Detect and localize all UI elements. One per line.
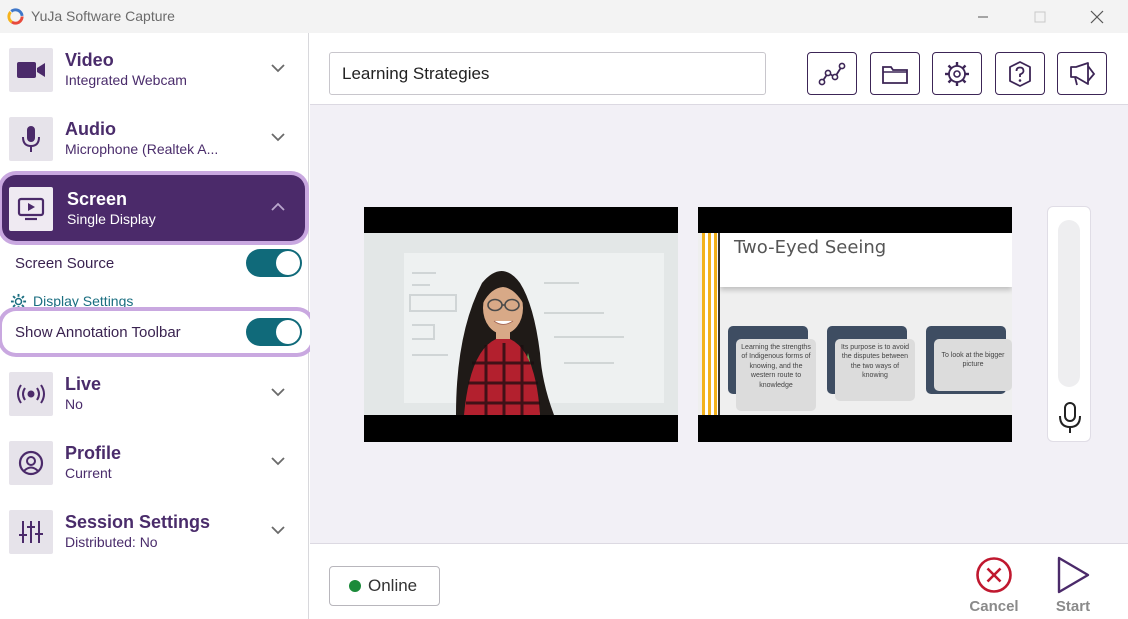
audio-subtitle: Microphone (Realtek A... bbox=[65, 141, 219, 157]
announcement-button[interactable] bbox=[1057, 52, 1107, 95]
screen-section[interactable]: Screen Single Display bbox=[2, 175, 305, 241]
annotation-toolbar-toggle[interactable] bbox=[246, 318, 302, 346]
maximize-icon bbox=[1034, 11, 1046, 22]
session-settings-title: Session Settings bbox=[65, 512, 211, 532]
start-label: Start bbox=[1055, 598, 1091, 615]
slide-frame: Two-Eyed Seeing Learning the strengths o… bbox=[698, 233, 1012, 415]
mic-level-panel bbox=[1047, 206, 1091, 442]
slide-card-text: Learning the strengths of Indigenous for… bbox=[736, 339, 816, 411]
close-icon bbox=[1090, 10, 1104, 23]
chevron-up-icon bbox=[271, 202, 285, 211]
session-title-input[interactable] bbox=[329, 52, 766, 95]
microphone-icon bbox=[1059, 402, 1081, 433]
live-section[interactable]: Live No bbox=[0, 360, 309, 426]
window-title: YuJa Software Capture bbox=[31, 8, 175, 24]
profile-subtitle: Current bbox=[65, 465, 112, 481]
top-toolbar bbox=[310, 33, 1128, 105]
maximize-button[interactable] bbox=[1017, 0, 1063, 33]
settings-button[interactable] bbox=[932, 52, 982, 95]
title-bar: YuJa Software Capture bbox=[0, 0, 1128, 33]
gear-icon bbox=[10, 293, 27, 309]
start-button[interactable]: Start bbox=[1038, 556, 1108, 615]
folder-icon bbox=[882, 65, 908, 84]
webcam-image bbox=[364, 233, 678, 415]
screen-source-toggle[interactable] bbox=[246, 249, 302, 277]
analytics-button[interactable] bbox=[807, 52, 857, 95]
slide-accent-bar bbox=[702, 233, 720, 415]
microphone-icon bbox=[9, 117, 53, 161]
chevron-down-icon bbox=[271, 457, 285, 466]
close-button[interactable] bbox=[1074, 0, 1120, 33]
slide-card-text: Its purpose is to avoid the disputes bet… bbox=[835, 339, 915, 401]
sliders-icon bbox=[9, 510, 53, 554]
minimize-icon bbox=[978, 16, 988, 17]
slide-card: Learning the strengths of Indigenous for… bbox=[728, 326, 816, 411]
chevron-down-icon bbox=[271, 388, 285, 397]
slide-heading-box: Two-Eyed Seeing bbox=[720, 233, 1012, 287]
slide-heading: Two-Eyed Seeing bbox=[734, 237, 887, 258]
cancel-button[interactable]: Cancel bbox=[959, 556, 1029, 615]
slide-card: To look at the bigger picture bbox=[926, 326, 1012, 394]
screen-source-row: Screen Source bbox=[0, 245, 309, 281]
sidebar: Video Integrated Webcam Audio Microphone… bbox=[0, 33, 311, 619]
video-subtitle: Integrated Webcam bbox=[65, 72, 187, 88]
minimize-button[interactable] bbox=[960, 0, 1006, 33]
yuja-logo-icon bbox=[7, 8, 24, 25]
help-button[interactable] bbox=[995, 52, 1045, 95]
online-status-dot bbox=[349, 580, 361, 592]
slide-card: Its purpose is to avoid the disputes bet… bbox=[827, 326, 915, 401]
live-title: Live bbox=[65, 374, 102, 394]
status-label: Online bbox=[368, 576, 418, 595]
cancel-icon bbox=[976, 557, 1012, 593]
chevron-down-icon bbox=[271, 64, 285, 73]
audio-section[interactable]: Audio Microphone (Realtek A... bbox=[0, 105, 309, 171]
main-panel: Two-Eyed Seeing Learning the strengths o… bbox=[310, 33, 1128, 619]
video-title: Video bbox=[65, 50, 114, 70]
chevron-down-icon bbox=[271, 526, 285, 535]
screen-icon bbox=[9, 187, 53, 231]
video-section[interactable]: Video Integrated Webcam bbox=[0, 36, 309, 102]
webcam-frame bbox=[364, 233, 678, 415]
screen-preview: Two-Eyed Seeing Learning the strengths o… bbox=[698, 207, 1012, 442]
live-subtitle: No bbox=[65, 396, 83, 412]
display-settings-label: Display Settings bbox=[33, 293, 134, 309]
status-button[interactable]: Online bbox=[329, 566, 440, 606]
annotation-toolbar-label: Show Annotation Toolbar bbox=[15, 324, 181, 341]
annotation-toolbar-row: Show Annotation Toolbar bbox=[2, 311, 311, 353]
session-settings-subtitle: Distributed: No bbox=[65, 534, 158, 550]
settings-icon bbox=[945, 61, 969, 86]
broadcast-icon bbox=[9, 372, 53, 416]
audio-title: Audio bbox=[65, 119, 116, 139]
webcam-preview bbox=[364, 207, 678, 442]
video-camera-icon bbox=[9, 48, 53, 92]
cancel-label: Cancel bbox=[969, 598, 1019, 615]
profile-title: Profile bbox=[65, 443, 122, 463]
profile-icon bbox=[9, 441, 53, 485]
help-icon bbox=[1009, 60, 1031, 87]
folder-button[interactable] bbox=[870, 52, 920, 95]
bottom-bar: Online Cancel Start bbox=[310, 543, 1128, 619]
screen-source-label: Screen Source bbox=[15, 255, 115, 272]
slide-card-text: To look at the bigger picture bbox=[934, 339, 1012, 391]
session-settings-section[interactable]: Session Settings Distributed: No bbox=[0, 498, 309, 564]
screen-subtitle: Single Display bbox=[67, 211, 156, 227]
announcement-icon bbox=[1070, 61, 1096, 85]
display-settings-link[interactable]: Display Settings bbox=[10, 291, 133, 311]
analytics-icon bbox=[818, 62, 846, 85]
chevron-down-icon bbox=[271, 133, 285, 142]
screen-title: Screen bbox=[67, 189, 128, 209]
profile-section[interactable]: Profile Current bbox=[0, 429, 309, 495]
mic-level-meter bbox=[1058, 220, 1080, 387]
play-icon bbox=[1057, 556, 1090, 594]
